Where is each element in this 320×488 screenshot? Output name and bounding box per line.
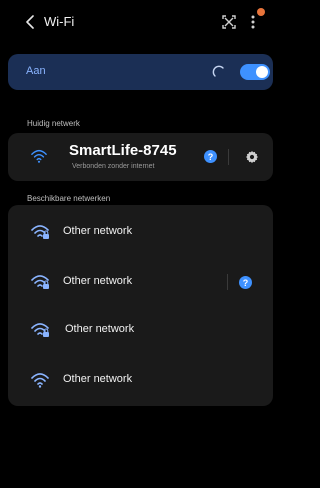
gear-icon[interactable] — [245, 150, 259, 164]
page-title: Wi-Fi — [44, 14, 75, 29]
current-network-status: Verbonden zonder internet — [72, 163, 155, 170]
network-item[interactable]: Other network — [8, 311, 273, 351]
wifi-switch[interactable] — [240, 64, 270, 80]
more-vert-icon — [251, 15, 255, 29]
divider — [227, 274, 228, 290]
divider — [228, 149, 229, 165]
network-name: Other network — [65, 323, 135, 335]
chevron-left-icon — [26, 15, 34, 29]
notification-dot — [257, 8, 265, 16]
current-network-heading: Huidig netwerk — [27, 119, 80, 128]
network-name: Other network — [63, 373, 133, 385]
available-networks-heading: Beschikbare netwerken — [27, 194, 111, 203]
top-bar: Wi-Fi — [0, 0, 273, 44]
scan-icon — [222, 15, 236, 29]
network-item[interactable]: Other network — [8, 213, 273, 253]
network-item[interactable]: Other network — [8, 361, 273, 401]
help-icon[interactable]: ? — [204, 150, 217, 163]
network-item[interactable]: Other network ? — [8, 263, 273, 303]
loading-spinner-icon — [212, 65, 224, 77]
switch-knob — [256, 66, 268, 78]
current-network-name: SmartLife-8745 — [69, 142, 177, 159]
wifi-icon — [31, 149, 47, 163]
wifi-toggle-card[interactable]: Aan — [8, 54, 273, 90]
wifi-lock-icon — [31, 275, 49, 289]
wifi-toggle-label: Aan — [26, 65, 46, 77]
more-options-button[interactable] — [248, 14, 258, 30]
back-button[interactable] — [22, 10, 38, 34]
scan-button[interactable] — [221, 14, 237, 30]
wifi-icon — [31, 373, 49, 388]
current-network-row[interactable]: SmartLife-8745 Verbonden zonder internet… — [8, 133, 273, 181]
help-icon[interactable]: ? — [239, 276, 252, 289]
wifi-lock-icon — [31, 225, 49, 239]
available-networks-list: Other network Other network ? Other netw… — [8, 205, 273, 406]
wifi-lock-icon — [31, 323, 49, 337]
network-name: Other network — [63, 275, 133, 287]
network-name: Other network — [63, 225, 133, 237]
